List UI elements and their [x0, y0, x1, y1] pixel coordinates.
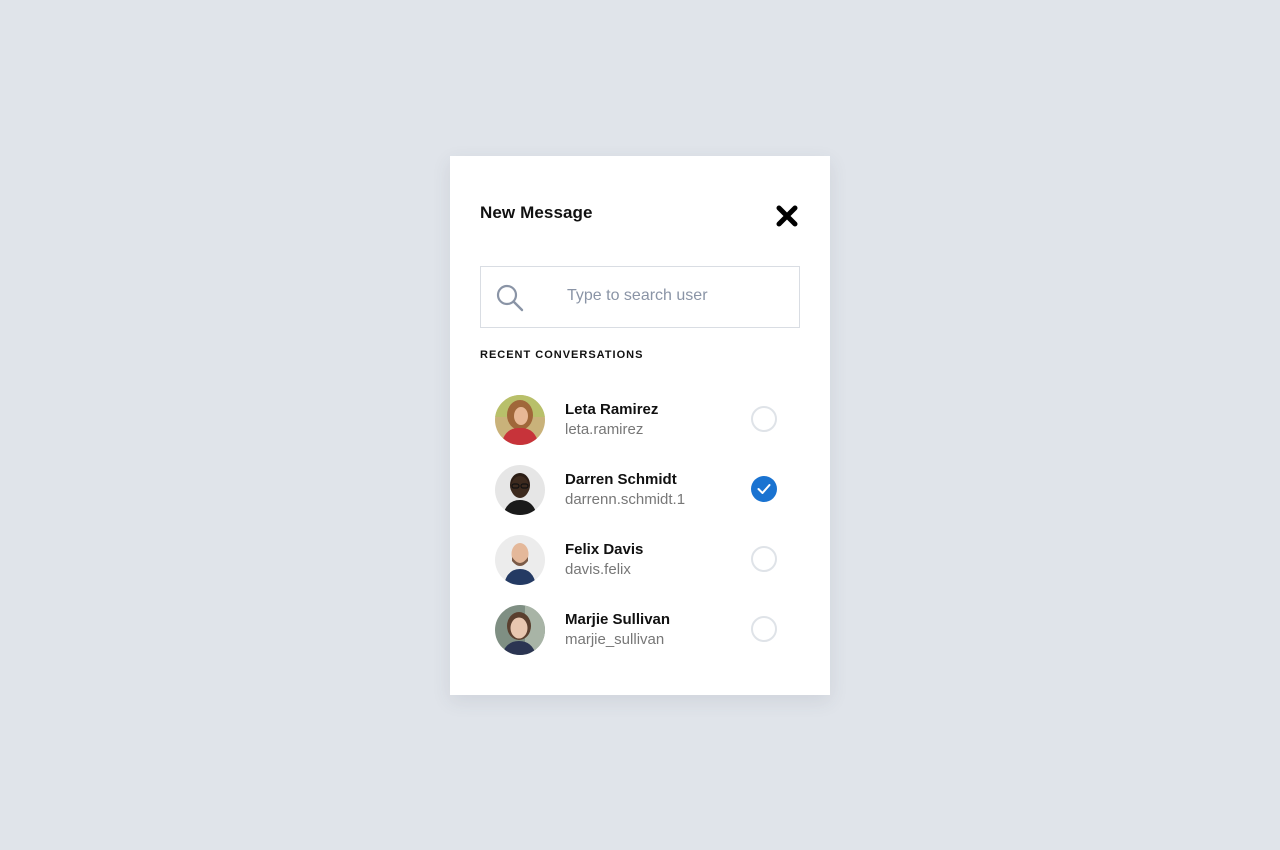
avatar — [495, 535, 545, 585]
contact-row[interactable]: Darren Schmidt darrenn.schmidt.1 — [480, 458, 800, 528]
select-radio[interactable] — [751, 406, 777, 432]
avatar — [495, 465, 545, 515]
contact-name: Leta Ramirez — [565, 401, 659, 418]
section-label: RECENT CONVERSATIONS — [480, 349, 644, 361]
modal-title: New Message — [480, 203, 593, 222]
contact-handle: leta.ramirez — [565, 421, 644, 438]
contact-handle: davis.felix — [565, 561, 631, 578]
contact-name: Felix Davis — [565, 541, 644, 558]
close-icon[interactable] — [775, 204, 799, 228]
check-icon — [757, 484, 771, 494]
new-message-modal: New Message RECENT CONVERSATIONS — [450, 156, 830, 695]
contact-name: Marjie Sullivan — [565, 611, 671, 628]
contact-row[interactable]: Marjie Sullivan marjie_sullivan — [480, 598, 800, 668]
search-input[interactable] — [567, 267, 787, 325]
contact-handle: marjie_sullivan — [565, 631, 665, 648]
contact-row[interactable]: Leta Ramirez leta.ramirez — [480, 388, 800, 458]
avatar — [495, 605, 545, 655]
contact-list: Leta Ramirez leta.ramirez Darren Schmidt… — [480, 388, 800, 668]
avatar — [495, 395, 545, 445]
search-box — [480, 266, 800, 328]
select-radio[interactable] — [751, 616, 777, 642]
contact-row[interactable]: Felix Davis davis.felix — [480, 528, 800, 598]
contact-handle: darrenn.schmidt.1 — [565, 491, 686, 508]
contact-name: Darren Schmidt — [565, 471, 677, 488]
select-radio[interactable] — [751, 546, 777, 572]
select-radio[interactable] — [751, 476, 777, 502]
search-icon — [495, 283, 525, 313]
